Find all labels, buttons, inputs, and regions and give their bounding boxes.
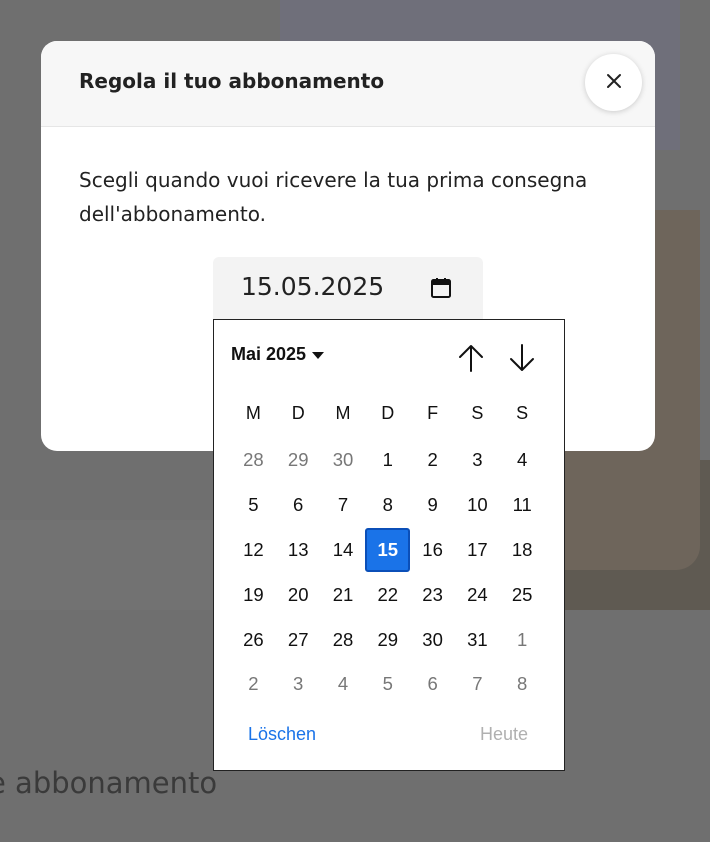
calendar-day[interactable]: 8 xyxy=(500,662,545,707)
calendar-day[interactable]: 26 xyxy=(231,617,276,662)
calendar-week-row: 2345678 xyxy=(231,662,545,707)
arrow-up-icon xyxy=(455,345,487,378)
previous-month-button[interactable] xyxy=(455,342,487,374)
calendar-day[interactable]: 1 xyxy=(365,438,410,483)
calendar-day[interactable]: 7 xyxy=(321,483,366,528)
calendar-day[interactable]: 29 xyxy=(276,438,321,483)
calendar-day[interactable]: 10 xyxy=(455,483,500,528)
next-month-button[interactable] xyxy=(506,342,538,374)
calendar-day[interactable]: 11 xyxy=(500,483,545,528)
calendar-day[interactable]: 28 xyxy=(231,438,276,483)
today-button[interactable]: Heute xyxy=(480,724,528,745)
modal-header: Regola il tuo abbonamento xyxy=(41,41,655,127)
close-icon xyxy=(605,72,623,94)
close-button[interactable] xyxy=(585,54,642,111)
calendar-day[interactable]: 3 xyxy=(455,438,500,483)
weekday-header-row: MDMDFSS xyxy=(231,403,545,424)
calendar-day[interactable]: 6 xyxy=(410,662,455,707)
caret-down-icon xyxy=(312,351,325,359)
calendar-day[interactable]: 2 xyxy=(231,662,276,707)
calendar-day[interactable]: 19 xyxy=(231,572,276,617)
weekday-label: D xyxy=(291,403,305,423)
month-year-label: Mai 2025 xyxy=(231,344,307,364)
calendar-day[interactable]: 9 xyxy=(410,483,455,528)
calendar-day[interactable]: 22 xyxy=(365,572,410,617)
clear-button[interactable]: Löschen xyxy=(248,724,316,745)
calendar-day[interactable]: 8 xyxy=(365,483,410,528)
calendar-day[interactable]: 16 xyxy=(410,528,455,573)
month-year-dropdown[interactable]: Mai 2025 xyxy=(231,344,325,365)
weekday-label: F xyxy=(427,403,439,423)
calendar-day[interactable]: 17 xyxy=(455,528,500,573)
calendar-day[interactable]: 23 xyxy=(410,572,455,617)
background-heading: e abbonamento xyxy=(0,766,218,800)
calendar-week-row: 19 20 21 22 23 24 25 xyxy=(231,572,545,617)
calendar-day[interactable]: 21 xyxy=(321,572,366,617)
calendar-day[interactable]: 6 xyxy=(276,483,321,528)
calendar-day[interactable]: 7 xyxy=(455,662,500,707)
calendar-icon[interactable] xyxy=(429,276,453,300)
date-picker-popup: Mai 2025 MDMDFSS 28 29 30 1 2 3 4 5 6 7 8 9 10 11 12 13… xyxy=(213,319,565,771)
date-value[interactable]: 15.05.2025 xyxy=(241,272,384,301)
weekday-label: M xyxy=(335,403,351,423)
calendar-week-row: 12 13 14 15 16 17 18 xyxy=(231,527,545,573)
calendar-week-row: 5 6 7 8 9 10 11 xyxy=(231,483,545,528)
calendar-day[interactable]: 5 xyxy=(231,483,276,528)
calendar-day[interactable]: 4 xyxy=(500,438,545,483)
modal-description: Scegli quando vuoi ricevere la tua prima… xyxy=(79,168,588,226)
calendar-grid: 28 29 30 1 2 3 4 5 6 7 8 9 10 11 12 13 14 15 16 17 18 19 20 21 2… xyxy=(231,438,545,707)
calendar-day[interactable]: 27 xyxy=(276,617,321,662)
calendar-day[interactable]: 24 xyxy=(455,572,500,617)
weekday-label: S xyxy=(471,403,484,423)
calendar-day[interactable]: 20 xyxy=(276,572,321,617)
calendar-day[interactable]: 29 xyxy=(365,617,410,662)
calendar-day[interactable]: 12 xyxy=(231,528,276,573)
arrow-down-icon xyxy=(506,344,538,378)
calendar-week-row: 28 29 30 1 2 3 4 xyxy=(231,438,545,483)
calendar-day[interactable]: 5 xyxy=(365,662,410,707)
weekday-label: M xyxy=(245,403,261,423)
calendar-day[interactable]: 30 xyxy=(410,617,455,662)
calendar-week-row: 26 27 28 29 30 31 1 xyxy=(231,617,545,662)
calendar-day[interactable]: 4 xyxy=(321,662,366,707)
calendar-day[interactable]: 2 xyxy=(410,438,455,483)
calendar-day[interactable]: 13 xyxy=(276,528,321,573)
calendar-day-selected[interactable]: 15 xyxy=(365,527,411,573)
calendar-day[interactable]: 3 xyxy=(276,662,321,707)
calendar-day[interactable]: 14 xyxy=(321,528,366,573)
calendar-day[interactable]: 28 xyxy=(321,617,366,662)
delivery-date-input[interactable]: 15.05.2025 xyxy=(213,257,483,319)
calendar-day[interactable]: 18 xyxy=(500,528,545,573)
modal-title: Regola il tuo abbonamento xyxy=(79,69,385,93)
calendar-day[interactable]: 31 xyxy=(455,617,500,662)
calendar-day[interactable]: 25 xyxy=(500,572,545,617)
weekday-label: D xyxy=(381,403,395,423)
calendar-day[interactable]: 1 xyxy=(500,617,545,662)
calendar-day[interactable]: 30 xyxy=(321,438,366,483)
picker-footer: Löschen Heute xyxy=(214,722,564,752)
weekday-label: S xyxy=(516,403,529,423)
